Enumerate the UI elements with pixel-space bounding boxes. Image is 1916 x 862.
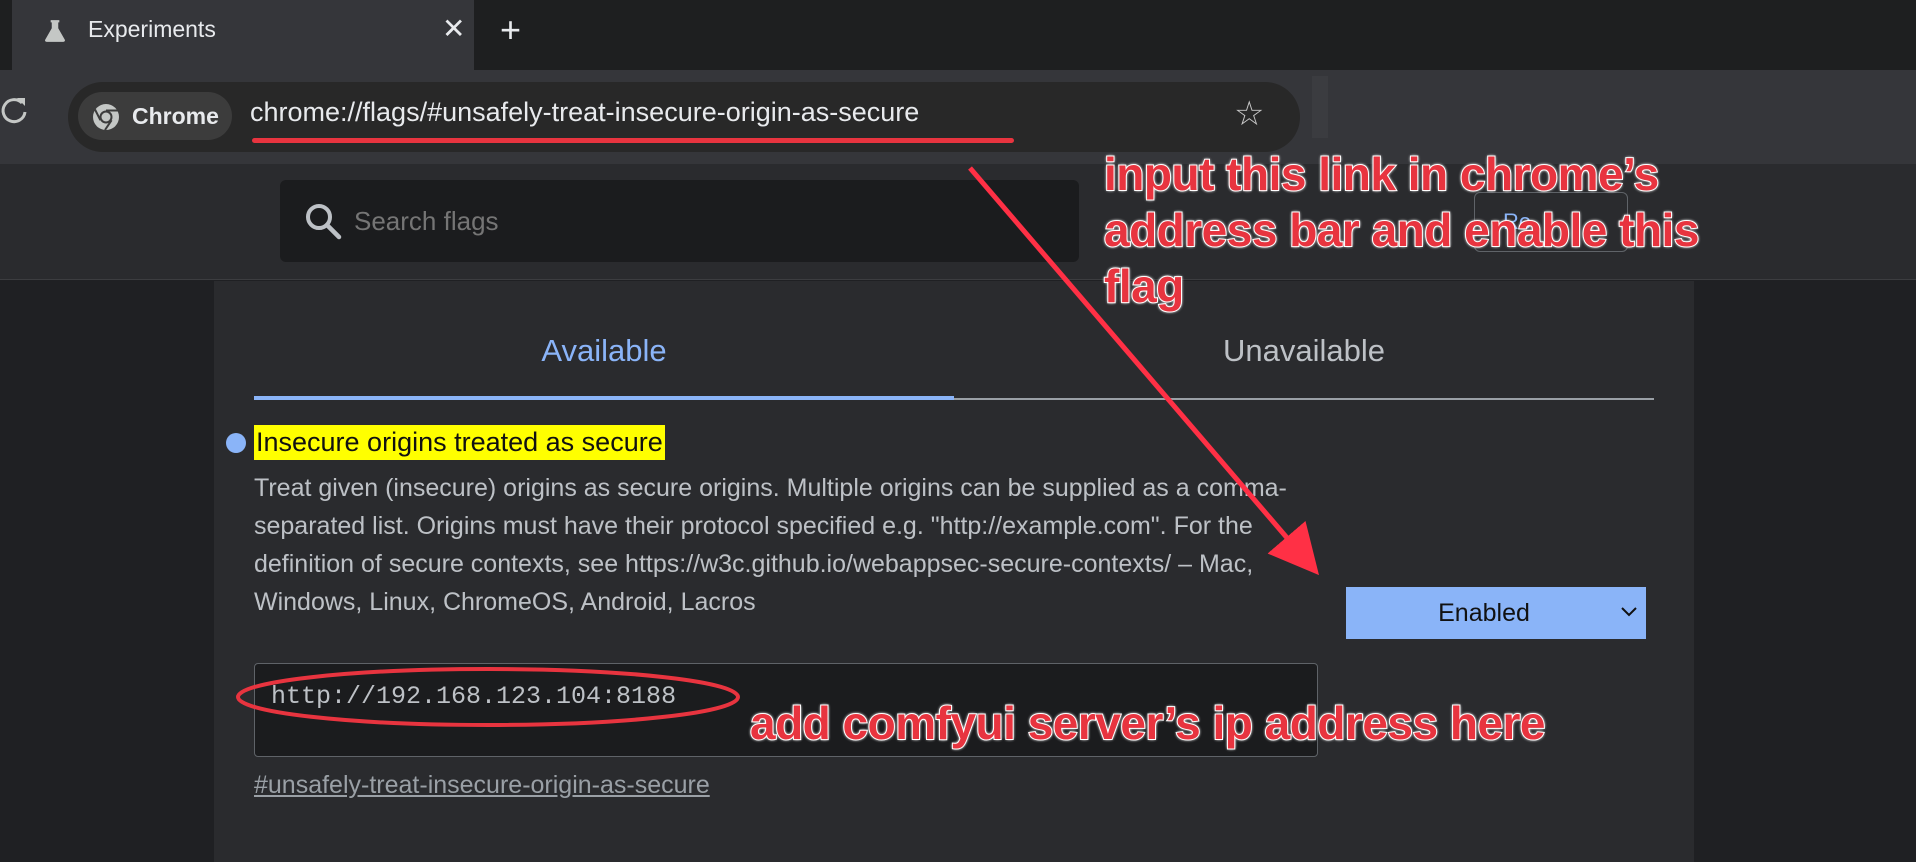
search-input[interactable] xyxy=(354,206,1034,237)
tab-active-indicator xyxy=(254,396,954,400)
chevron-down-icon xyxy=(1621,607,1637,617)
new-tab-button[interactable]: + xyxy=(500,10,521,50)
annotation-text-bottom: add comfyui server’s ip address here xyxy=(749,696,1547,750)
site-info-label: Chrome xyxy=(132,103,219,129)
annotation-text-top: input this link in chrome’s address bar … xyxy=(1103,147,1700,313)
flag-permalink[interactable]: #unsafely-treat-insecure-origin-as-secur… xyxy=(254,771,710,800)
flags-content: Available Unavailable Insecure origins t… xyxy=(214,281,1694,862)
reload-icon[interactable] xyxy=(0,94,30,128)
address-bar[interactable]: Chrome chrome://flags/#unsafely-treat-in… xyxy=(68,82,1300,152)
flag-state-value: Enabled xyxy=(1438,599,1530,627)
close-tab-icon[interactable]: ✕ xyxy=(442,14,465,44)
annotation-underline xyxy=(252,138,1014,143)
url-text[interactable]: chrome://flags/#unsafely-treat-insecure-… xyxy=(250,97,919,128)
tab-experiments[interactable]: Experiments ✕ xyxy=(12,0,474,70)
search-box[interactable] xyxy=(280,180,1079,262)
flag-title: Insecure origins treated as secure xyxy=(254,425,665,460)
tab-strip: Experiments ✕ + xyxy=(0,0,1916,70)
flag-state-select[interactable]: Enabled xyxy=(1346,587,1646,639)
site-info-chip[interactable]: Chrome xyxy=(78,92,232,140)
origins-value: http://192.168.123.104:8188 xyxy=(271,682,677,711)
chrome-logo-icon xyxy=(93,104,119,131)
tab-available-label: Available xyxy=(541,333,667,368)
tab-available[interactable]: Available xyxy=(254,281,954,401)
tab-title: Experiments xyxy=(88,16,216,42)
toolbar-divider xyxy=(1312,76,1328,138)
star-icon[interactable]: ☆ xyxy=(1234,94,1264,134)
modified-indicator-dot xyxy=(226,433,246,453)
flag-description: Treat given (insecure) origins as secure… xyxy=(254,474,1287,616)
search-icon xyxy=(306,204,342,240)
tab-divider xyxy=(954,398,1654,400)
flask-icon xyxy=(45,20,65,42)
